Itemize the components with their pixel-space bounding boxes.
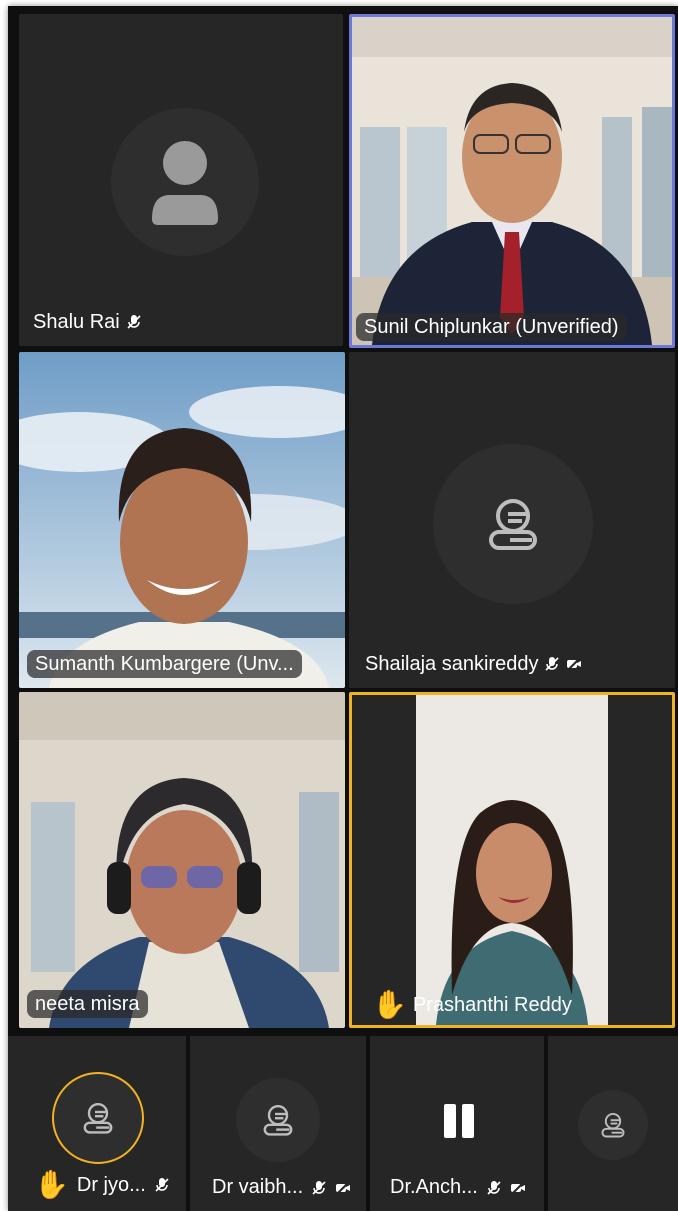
avatar — [52, 1072, 144, 1164]
participant-name-tag: Dr.Anch... — [390, 1176, 526, 1199]
participant-name: Sumanth Kumbargere (Unv... — [35, 653, 294, 675]
participant-tile-shailaja[interactable]: Shailaja sankireddy — [349, 352, 675, 688]
mic-muted-icon — [155, 1178, 169, 1192]
avatar — [236, 1078, 320, 1162]
camera-off-icon — [567, 657, 582, 671]
participant-name-tag: Dr vaibh... — [212, 1176, 351, 1199]
participant-name: Shailaja sankireddy — [365, 653, 539, 675]
participant-strip-item[interactable]: Dr vaibh... — [190, 1036, 366, 1211]
participant-name-tag: Shailaja sankireddy — [361, 650, 586, 678]
meeting-window: Shalu Rai Sunil Chiplunkar (Unverified) — [8, 6, 678, 1211]
participant-video — [19, 692, 345, 1028]
participant-name: Prashanthi Reddy — [412, 994, 572, 1016]
mic-muted-icon — [487, 1180, 501, 1195]
camera-off-icon — [336, 1180, 351, 1195]
participant-name: Dr vaibh... — [212, 1176, 304, 1198]
ms-guest-icon — [489, 499, 537, 550]
participant-tile-neeta[interactable]: neeta misra — [19, 692, 345, 1028]
participant-name-tag: Sunil Chiplunkar (Unverified) — [356, 313, 627, 341]
participant-name-tag: neeta misra — [27, 990, 148, 1018]
ms-guest-icon — [263, 1105, 293, 1136]
participant-name: neeta misra — [35, 993, 140, 1015]
participant-name-tag: ✋ Dr jyo... — [34, 1171, 170, 1199]
participant-video — [352, 17, 672, 345]
person-icon — [152, 141, 218, 225]
participant-tile-sunil[interactable]: Sunil Chiplunkar (Unverified) — [349, 14, 675, 348]
raised-hand-icon: ✋ — [372, 989, 407, 1020]
participant-video — [19, 352, 345, 688]
participant-name-tag: ✋ Prashanthi Reddy — [368, 991, 576, 1019]
mic-muted-icon — [127, 315, 141, 329]
participant-name-tag: Sumanth Kumbargere (Unv... — [27, 650, 302, 678]
ms-guest-icon — [601, 1113, 625, 1138]
avatar — [111, 108, 259, 256]
participant-strip-item[interactable]: Dr.Anch... — [370, 1036, 544, 1211]
participant-strip-item[interactable] — [548, 1036, 678, 1211]
participant-name: Shalu Rai — [33, 311, 120, 333]
participant-tile-sumanth[interactable]: Sumanth Kumbargere (Unv... — [19, 352, 345, 688]
participant-name: Sunil Chiplunkar (Unverified) — [364, 316, 619, 338]
participant-name-tag: Shalu Rai — [29, 308, 146, 336]
participant-tile-shalu[interactable]: Shalu Rai — [19, 14, 343, 346]
avatar — [433, 444, 593, 604]
participant-name: Dr.Anch... — [390, 1176, 478, 1198]
camera-off-icon — [510, 1180, 525, 1195]
pause-icon — [444, 1104, 474, 1138]
participant-name: Dr jyo... — [76, 1173, 146, 1196]
mic-muted-icon — [312, 1180, 326, 1195]
avatar — [578, 1090, 648, 1160]
mic-muted-icon — [545, 657, 560, 671]
participant-video — [352, 695, 672, 1025]
participant-tile-prashanthi[interactable]: ✋ Prashanthi Reddy — [349, 692, 675, 1028]
raised-hand-icon: ✋ — [34, 1169, 69, 1200]
ms-guest-icon — [83, 1103, 113, 1134]
participant-strip-item[interactable]: ✋ Dr jyo... — [8, 1036, 186, 1211]
